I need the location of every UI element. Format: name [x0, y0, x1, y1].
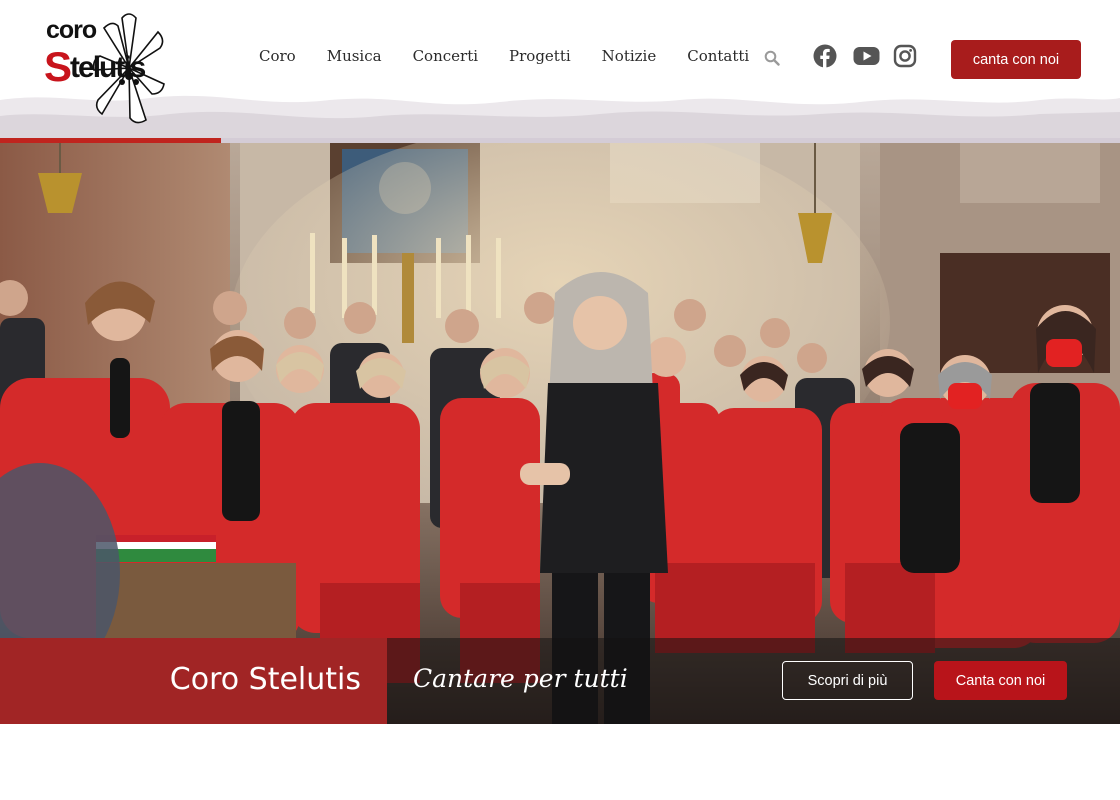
search-icon[interactable]	[764, 50, 780, 66]
youtube-icon[interactable]	[853, 44, 880, 68]
main-nav: Coro Musica Concerti Progetti Notizie Co…	[259, 47, 780, 65]
logo-rest: telutis	[70, 51, 146, 84]
nav-item-progetti[interactable]: Progetti	[509, 47, 571, 65]
canta-con-noi-hero-button[interactable]: Canta con noi	[934, 661, 1067, 700]
hero-caption-band: Coro Stelutis Cantare per tutti Scopri d…	[0, 638, 1120, 724]
nav-item-musica[interactable]: Musica	[327, 47, 382, 65]
instagram-icon[interactable]	[893, 44, 917, 68]
logo-text-stelutis: Stelutis	[44, 43, 146, 90]
canta-con-noi-header-button[interactable]: canta con noi	[951, 40, 1081, 79]
nav-item-notizie[interactable]: Notizie	[602, 47, 657, 65]
site-header: coro Stelutis Coro Musica Concerti Proge…	[0, 0, 1120, 144]
scopri-di-piu-button[interactable]: Scopri di più	[782, 661, 913, 700]
hero-title-panel: Coro Stelutis	[0, 638, 387, 724]
nav-item-concerti[interactable]: Concerti	[413, 47, 478, 65]
nav-item-contatti[interactable]: Contatti	[687, 47, 749, 65]
hero-title: Coro Stelutis	[169, 662, 361, 697]
site-logo[interactable]: coro Stelutis	[42, 10, 166, 130]
choir-performance-photo	[0, 143, 1120, 724]
hero-subtitle: Cantare per tutti	[413, 664, 628, 693]
logo-text-coro: coro	[46, 16, 97, 44]
logo-initial: S	[44, 43, 72, 90]
hero-section: Coro Stelutis Cantare per tutti Scopri d…	[0, 143, 1120, 724]
snow-edge-decoration	[0, 95, 1120, 138]
facebook-icon[interactable]	[813, 44, 837, 68]
nav-item-coro[interactable]: Coro	[259, 47, 296, 65]
